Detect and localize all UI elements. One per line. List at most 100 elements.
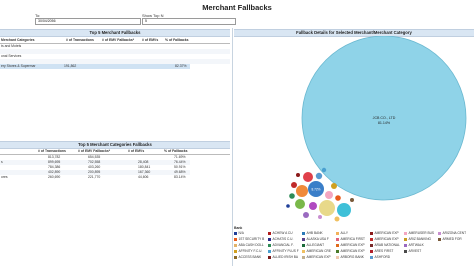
bubble[interactable] xyxy=(309,202,317,210)
bubble[interactable] xyxy=(331,183,337,189)
bubble[interactable] xyxy=(321,167,327,173)
legend-item[interactable]: AFFINITY F.C.U. xyxy=(234,249,262,254)
bubble[interactable] xyxy=(296,185,308,197)
table-cell: 221,770 xyxy=(88,175,101,179)
legend-item[interactable]: AMERUSER BUS xyxy=(404,231,434,236)
page-title: Merchant Fallbacks xyxy=(202,3,272,12)
legend-label: ACCESS BANK xyxy=(238,255,262,259)
bubble[interactable] xyxy=(291,182,297,188)
bubble[interactable] xyxy=(296,173,300,177)
col-header: % of Fallbacks xyxy=(164,149,188,153)
legend-item[interactable]: ARTWALK xyxy=(404,243,424,248)
bubble-mid-label: 8.72% xyxy=(311,188,320,192)
legend-item[interactable]: AMERICAN EXP xyxy=(370,237,399,242)
legend: N/A ACHEW A CU AHB BANK ALLY AMERICAN EX… xyxy=(234,231,474,266)
legend-swatch xyxy=(404,237,407,241)
bubble-chart: JCB CO., LTD 81.14% 8.72% xyxy=(286,36,467,222)
bubble[interactable] xyxy=(315,172,323,180)
legend-label: ALLY xyxy=(340,231,349,235)
legend-swatch xyxy=(234,231,237,235)
legend-item[interactable]: ALLIED IRISH BA xyxy=(268,255,298,260)
bubble-jcb-value: 81.14% xyxy=(378,121,391,125)
to-date-input[interactable]: 30/04/2056 xyxy=(35,18,141,25)
legend-item[interactable]: ALASKA USA F xyxy=(302,237,329,242)
legend-item[interactable]: 1ST SECURITY B xyxy=(234,237,264,242)
legend-item[interactable]: ACHATIS C.U. xyxy=(268,237,293,242)
legend-item[interactable]: ARIZ BANKING xyxy=(404,237,431,242)
col-header: # of Transactions xyxy=(66,38,94,42)
legend-item[interactable]: AMERICAN CRE xyxy=(302,249,331,254)
bubble[interactable] xyxy=(295,199,305,209)
legend-item[interactable]: ARES FIRST xyxy=(370,249,393,254)
legend-swatch xyxy=(404,243,407,247)
bubble[interactable] xyxy=(286,204,290,208)
legend-item[interactable]: ACCESS BANK xyxy=(234,255,261,260)
bubble[interactable] xyxy=(335,195,341,201)
col-header: # of EMVs xyxy=(142,38,159,42)
legend-item[interactable]: AMERICAN EXP xyxy=(302,255,331,260)
bubble[interactable] xyxy=(334,216,340,222)
legend-item[interactable]: ARAB NATIONAL xyxy=(370,243,400,248)
legend-label: AMERICAN EXP xyxy=(374,231,399,235)
legend-swatch xyxy=(302,237,305,241)
legend-item[interactable]: ALLEGIANT xyxy=(302,243,324,248)
legend-item[interactable]: AFFINITY PLUS F xyxy=(268,249,299,254)
legend-item[interactable]: ADVANCIAL F. xyxy=(268,243,294,248)
legend-label: AHB BANK xyxy=(306,231,323,235)
table-cell: 83.14% xyxy=(174,175,186,179)
bubble[interactable] xyxy=(303,172,313,182)
legend-item[interactable]: AMERICAN EXP xyxy=(336,243,365,248)
legend-item[interactable]: ARVEST xyxy=(404,249,421,254)
legend-swatch xyxy=(234,243,237,247)
legend-item[interactable]: ABA CASH DOLL xyxy=(234,243,264,248)
legend-swatch xyxy=(268,243,271,247)
legend-item[interactable]: AMERICAN EXP xyxy=(336,249,365,254)
legend-label: AMERICAN CRE xyxy=(306,249,331,253)
legend-label: AMERICAN EXP xyxy=(306,255,331,259)
legend-item[interactable]: ASHFORD xyxy=(370,255,390,260)
legend-label: N/A xyxy=(238,231,244,235)
show-top-n-input[interactable]: 5 xyxy=(142,18,236,25)
legend-item[interactable]: ACHEW A CU xyxy=(268,231,293,236)
legend-label: AFFINITY F.C.U. xyxy=(238,249,263,253)
legend-swatch xyxy=(370,249,373,253)
bubble[interactable] xyxy=(318,215,322,219)
legend-item[interactable]: ARBORG BANK xyxy=(336,255,364,260)
legend-swatch xyxy=(404,249,407,253)
legend-swatch xyxy=(234,237,237,241)
legend-swatch xyxy=(268,231,271,235)
legend-swatch xyxy=(404,231,407,235)
table-cell: 82.37% xyxy=(175,64,187,68)
bubble[interactable] xyxy=(337,203,351,217)
legend-item[interactable]: ALLY xyxy=(336,231,348,236)
legend-swatch xyxy=(302,249,305,253)
legend-swatch xyxy=(234,249,237,253)
bubble[interactable] xyxy=(319,200,335,216)
legend-swatch xyxy=(336,255,339,259)
legend-label: ACHATIS C.U. xyxy=(272,237,294,241)
legend-label: ASHFORD xyxy=(374,255,391,259)
legend-label: ALASKA USA F xyxy=(306,237,329,241)
col-header: # of EMV Fallbacks* xyxy=(102,38,135,42)
legend-item[interactable]: AMERICA FIRST xyxy=(336,237,365,242)
legend-swatch xyxy=(370,255,373,259)
col-header: Merchant Categories xyxy=(1,38,35,42)
bubble[interactable] xyxy=(325,191,333,199)
legend-swatch xyxy=(302,231,305,235)
legend-label: ABA CASH DOLL xyxy=(238,243,264,247)
legend-label: ARVEST xyxy=(408,249,422,253)
legend-swatch xyxy=(302,243,305,247)
bubble[interactable] xyxy=(289,193,295,199)
bubble[interactable] xyxy=(350,198,354,202)
table-row[interactable]: ores 260,690 221,770 44,606 83.14% xyxy=(0,175,190,180)
legend-item[interactable]: ARIZONA CENT xyxy=(438,231,466,236)
bubble[interactable] xyxy=(303,212,309,218)
legend-item[interactable]: N/A xyxy=(234,231,244,236)
legend-label: ARBORG BANK xyxy=(340,255,364,259)
table-row-selected[interactable]: ery Stores & Supermar 191,862 82.37% xyxy=(0,64,190,69)
legend-item[interactable]: AHB BANK xyxy=(302,231,323,236)
legend-item[interactable]: AMERICAN EXP xyxy=(370,231,399,236)
legend-label: ALLIED IRISH BA xyxy=(272,255,299,259)
legend-item[interactable]: ARMED FOR xyxy=(438,237,462,242)
legend-label: ARES FIRST xyxy=(374,249,394,253)
